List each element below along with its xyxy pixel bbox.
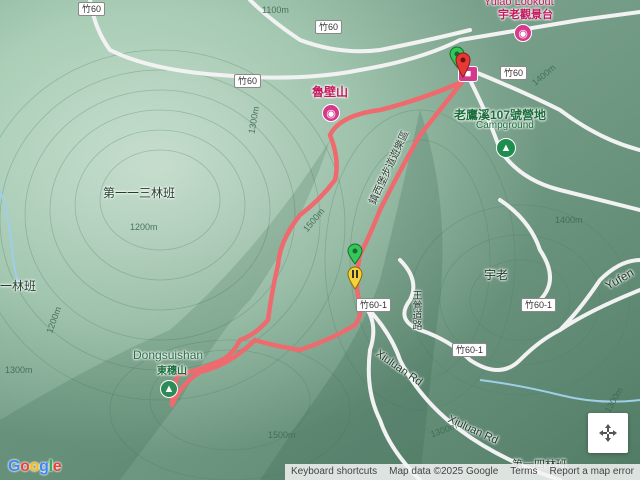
google-logo: Google — [8, 458, 62, 475]
red-pin-icon[interactable] — [455, 52, 471, 78]
fullscreen-icon — [599, 424, 617, 442]
road-shield: 竹60 — [315, 20, 343, 34]
road-shield: 竹60-1 — [521, 298, 557, 312]
terms-link[interactable]: Terms — [504, 464, 543, 480]
keyboard-shortcuts-link[interactable]: Keyboard shortcuts — [285, 464, 383, 480]
road-shield: 竹60 — [234, 74, 262, 88]
fullscreen-button[interactable] — [588, 413, 628, 453]
road-shield: 竹60-1 — [452, 343, 488, 357]
peak-icon[interactable]: ▲ — [160, 380, 178, 398]
road-shield: 竹60 — [78, 2, 106, 16]
report-error-link[interactable]: Report a map error — [544, 464, 640, 480]
terrain-layer — [0, 0, 640, 480]
camera-icon[interactable]: ◉ — [322, 104, 340, 122]
green-pin-icon[interactable] — [347, 243, 363, 265]
camera-icon[interactable]: ◉ — [514, 24, 532, 42]
road-shield: 竹60 — [500, 66, 528, 80]
map-canvas[interactable]: 1100m 1200m 1300m 1300m 1400m 1400m 1500… — [0, 0, 640, 480]
tent-icon[interactable]: ▲ — [496, 138, 516, 158]
map-footer: Keyboard shortcuts Map data ©2025 Google… — [284, 464, 640, 480]
road-shield: 竹60-1 — [356, 298, 392, 312]
pause-pin-icon[interactable] — [347, 266, 363, 290]
map-data-label: Map data ©2025 Google — [389, 466, 499, 477]
